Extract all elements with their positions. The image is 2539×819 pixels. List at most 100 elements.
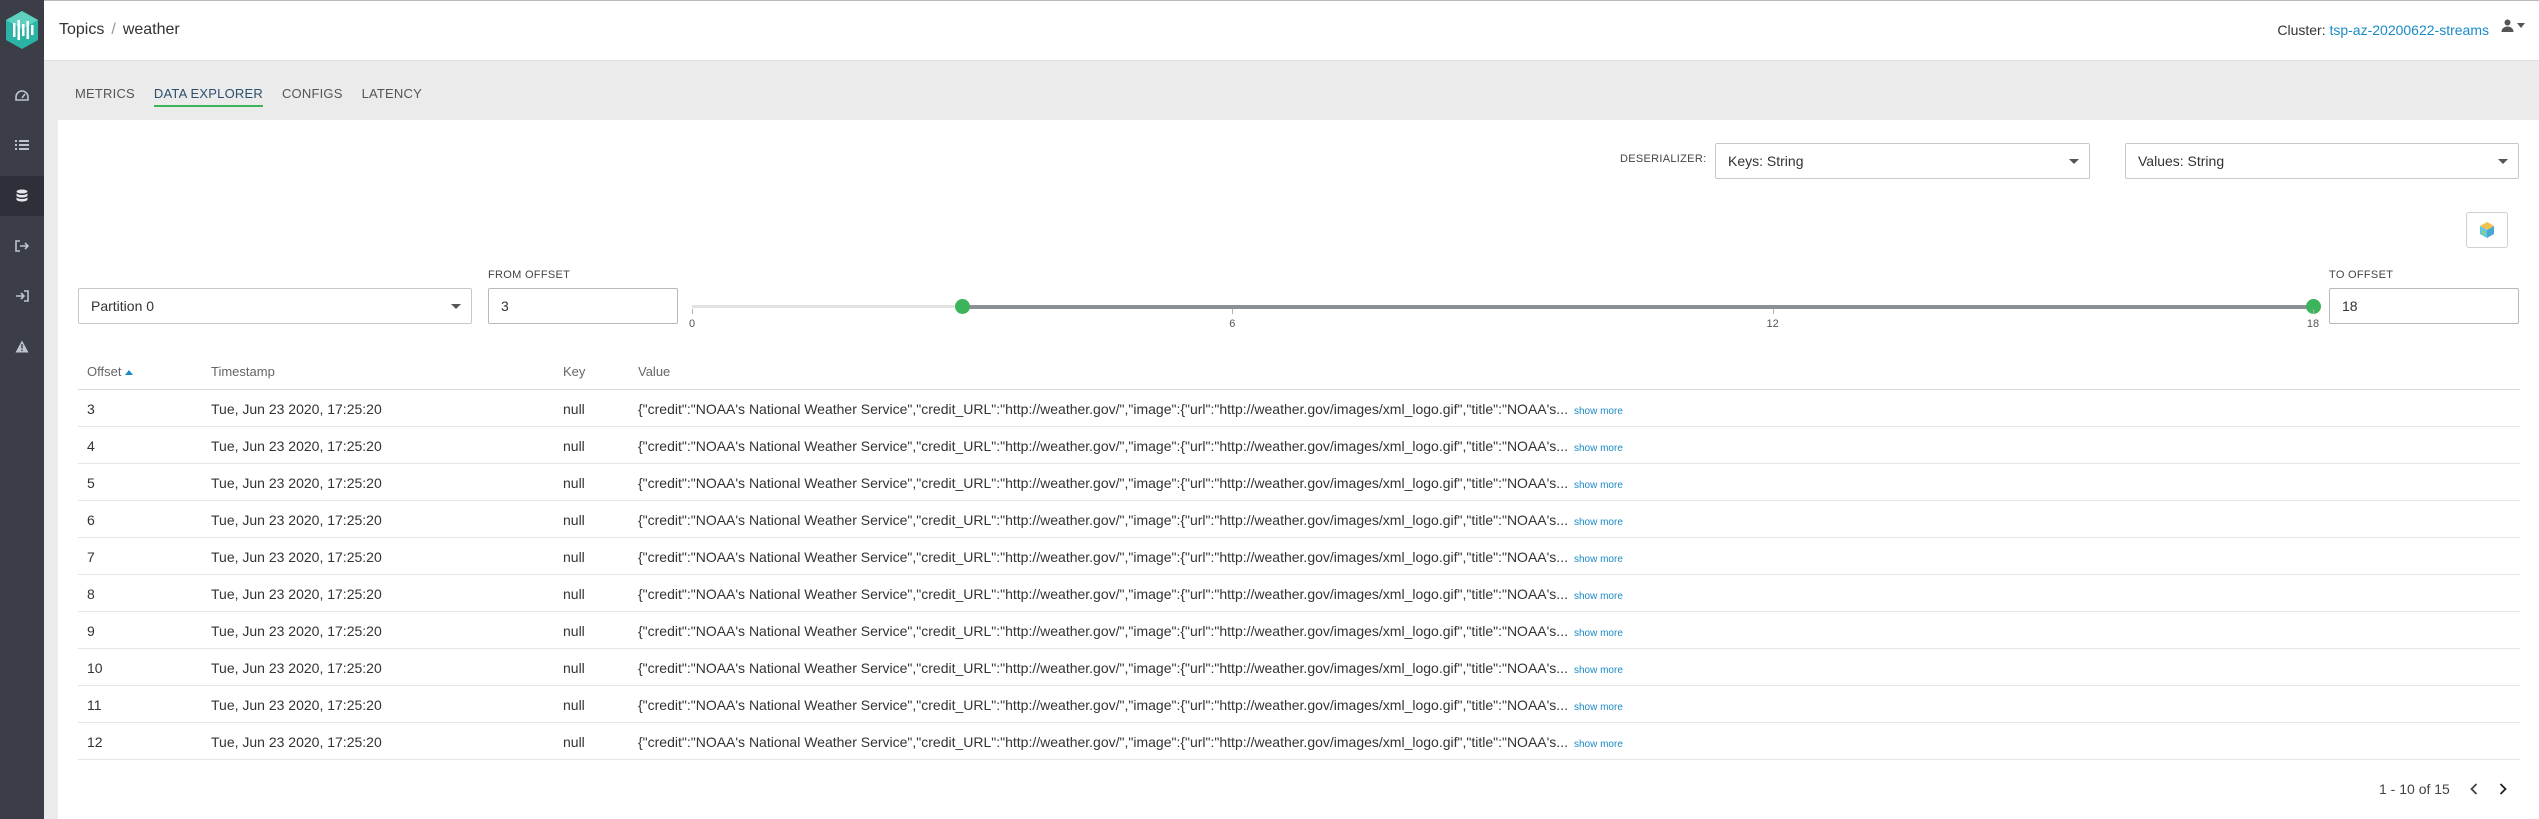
slider-tick	[1772, 309, 1774, 314]
table-row[interactable]: 7 Tue, Jun 23 2020, 17:25:20 null {"credit"…	[78, 538, 2520, 575]
cell-timestamp: Tue, Jun 23 2020, 17:25:20	[211, 438, 382, 454]
values-deserializer-select[interactable]: Values: String	[2125, 143, 2519, 179]
keys-deserializer-select[interactable]: Keys: String	[1715, 143, 2090, 179]
next-page-button[interactable]	[2494, 779, 2512, 799]
cell-value: {"credit":"NOAA's National Weather Servi…	[638, 401, 1623, 417]
show-more-link[interactable]: show more	[1574, 443, 1623, 454]
user-icon	[2501, 19, 2514, 32]
partition-value: Partition 0	[91, 298, 155, 314]
table-header: Offset Timestamp Key Value	[78, 354, 2520, 390]
cube-button[interactable]	[2466, 212, 2508, 248]
column-header-value[interactable]: Value	[638, 364, 670, 379]
slider-tick-label: 6	[1229, 318, 1236, 330]
table-row[interactable]: 11 Tue, Jun 23 2020, 17:25:20 null {"credit…	[78, 686, 2520, 723]
cell-key: null	[563, 660, 585, 676]
cell-value: {"credit":"NOAA's National Weather Servi…	[638, 475, 1623, 491]
cluster-link[interactable]: tsp-az-20200622-streams	[2329, 22, 2489, 38]
table-row[interactable]: 4 Tue, Jun 23 2020, 17:25:20 null {"credit"…	[78, 427, 2520, 464]
breadcrumb-item-topics[interactable]: Topics	[59, 21, 104, 39]
show-more-link[interactable]: show more	[1574, 591, 1623, 602]
tab-configs[interactable]: CONFIGS	[282, 86, 343, 107]
show-more-link[interactable]: show more	[1574, 665, 1623, 676]
cube-icon	[2480, 222, 2494, 238]
cell-offset: 7	[87, 549, 95, 565]
cell-value: {"credit":"NOAA's National Weather Servi…	[638, 660, 1623, 676]
tab-latency[interactable]: LATENCY	[362, 86, 422, 107]
slider-tick-label: 0	[688, 318, 696, 330]
tab-data-explorer[interactable]: DATA EXPLORER	[153, 86, 263, 107]
cell-timestamp: Tue, Jun 23 2020, 17:25:20	[211, 549, 382, 565]
table-row[interactable]: 3 Tue, Jun 23 2020, 17:25:20 null {"credit"…	[78, 390, 2520, 427]
list-icon[interactable]	[0, 125, 44, 165]
slider-tick	[1232, 309, 1234, 314]
cell-offset: 8	[87, 586, 95, 602]
column-header-offset-label: Offset	[87, 364, 122, 379]
sign-out-icon[interactable]	[0, 226, 44, 266]
cell-value-text: {"credit":"NOAA's National Weather Servi…	[638, 734, 1568, 750]
breadcrumb-item-topic: weather	[122, 21, 180, 38]
cell-value: {"credit":"NOAA's National Weather Servi…	[638, 697, 1623, 713]
show-more-link[interactable]: show more	[1574, 554, 1623, 565]
cell-key: null	[563, 401, 585, 417]
table-row[interactable]: 8 Tue, Jun 23 2020, 17:25:20 null {"credit"…	[78, 575, 2520, 612]
cell-value-text: {"credit":"NOAA's National Weather Servi…	[638, 512, 1568, 528]
chevron-down-icon	[2069, 159, 2079, 164]
show-more-link[interactable]: show more	[1574, 480, 1623, 491]
chevron-down-icon	[451, 304, 461, 309]
column-header-timestamp[interactable]: Timestamp	[211, 364, 275, 379]
user-menu[interactable]	[2501, 19, 2525, 32]
cell-key: null	[563, 734, 585, 750]
cell-timestamp: Tue, Jun 23 2020, 17:25:20	[211, 401, 382, 417]
from-offset-input[interactable]	[488, 288, 678, 324]
cell-value-text: {"credit":"NOAA's National Weather Servi…	[638, 475, 1568, 491]
from-offset-label: FROM OFFSET	[488, 269, 571, 281]
chevron-down-icon	[2517, 23, 2525, 28]
cell-value-text: {"credit":"NOAA's National Weather Servi…	[638, 549, 1568, 565]
sidebar	[0, 0, 44, 819]
chevron-left-icon	[2470, 783, 2478, 795]
cell-key: null	[563, 697, 585, 713]
cell-key: null	[563, 512, 585, 528]
tab-metrics[interactable]: METRICS	[75, 86, 135, 107]
cell-offset: 6	[87, 512, 95, 528]
table-row[interactable]: 6 Tue, Jun 23 2020, 17:25:20 null {"credit"…	[78, 501, 2520, 538]
messages-table: Offset Timestamp Key Value 3 Tue, Jun 23 …	[78, 354, 2520, 760]
sign-in-icon[interactable]	[0, 276, 44, 316]
cell-key: null	[563, 549, 585, 565]
kafka-stream-logo-icon[interactable]	[0, 0, 44, 60]
cluster-label: Cluster:	[2277, 22, 2326, 38]
cell-value: {"credit":"NOAA's National Weather Servi…	[638, 734, 1623, 750]
previous-page-button[interactable]	[2465, 779, 2483, 799]
table-row[interactable]: 12 Tue, Jun 23 2020, 17:25:20 null {"credit…	[78, 723, 2520, 760]
cell-value: {"credit":"NOAA's National Weather Servi…	[638, 438, 1623, 454]
dashboard-icon[interactable]	[0, 76, 44, 116]
table-row[interactable]: 10 Tue, Jun 23 2020, 17:25:20 null {"credit…	[78, 649, 2520, 686]
offset-slider-low-handle[interactable]	[954, 299, 970, 314]
warning-icon[interactable]	[0, 326, 44, 366]
cell-timestamp: Tue, Jun 23 2020, 17:25:20	[211, 734, 382, 750]
show-more-link[interactable]: show more	[1574, 702, 1623, 713]
show-more-link[interactable]: show more	[1574, 739, 1623, 750]
cell-key: null	[563, 475, 585, 491]
partition-select[interactable]: Partition 0	[78, 288, 472, 324]
cell-value-text: {"credit":"NOAA's National Weather Servi…	[638, 586, 1568, 602]
cell-key: null	[563, 438, 585, 454]
top-header: Topics / weather Cluster: tsp-az-2020062…	[44, 0, 2539, 61]
show-more-link[interactable]: show more	[1574, 517, 1623, 528]
column-header-key[interactable]: Key	[563, 364, 585, 379]
cell-value: {"credit":"NOAA's National Weather Servi…	[638, 549, 1623, 565]
show-more-link[interactable]: show more	[1574, 628, 1623, 639]
breadcrumb: Topics / weather	[59, 21, 180, 39]
column-header-offset[interactable]: Offset	[87, 364, 134, 379]
table-row[interactable]: 9 Tue, Jun 23 2020, 17:25:20 null {"credit"…	[78, 612, 2520, 649]
cell-value-text: {"credit":"NOAA's National Weather Servi…	[638, 660, 1568, 676]
cell-value: {"credit":"NOAA's National Weather Servi…	[638, 623, 1623, 639]
table-row[interactable]: 5 Tue, Jun 23 2020, 17:25:20 null {"credit"…	[78, 464, 2520, 501]
show-more-link[interactable]: show more	[1574, 406, 1623, 417]
values-deserializer-value: Values: String	[2138, 153, 2225, 169]
offset-slider-track	[962, 305, 2313, 309]
to-offset-input[interactable]	[2329, 288, 2519, 324]
cluster-info: Cluster: tsp-az-20200622-streams	[2277, 22, 2489, 38]
cell-offset: 11	[87, 697, 102, 713]
database-icon[interactable]	[0, 176, 44, 216]
